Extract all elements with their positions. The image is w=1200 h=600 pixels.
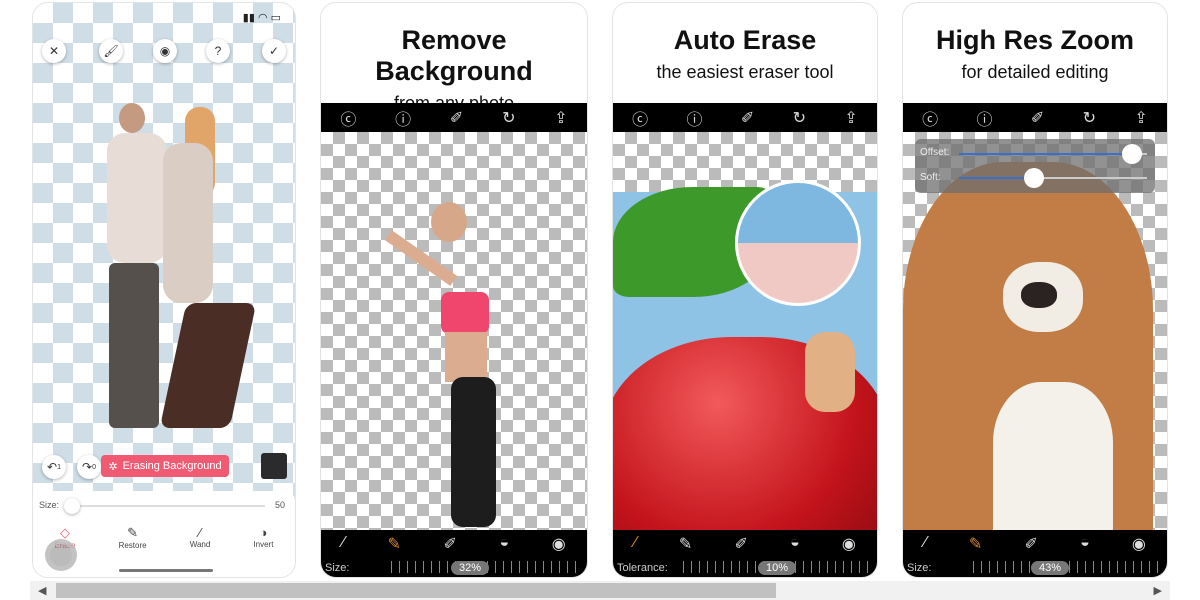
wand-icon[interactable]: ⁄ [924, 534, 927, 554]
check-icon[interactable]: ✓ [262, 39, 286, 63]
top-toolbar: ⓒ ⓘ ✐ ↻ ⇪ [321, 103, 587, 132]
eraser-icon[interactable]: ✐ [443, 534, 456, 554]
eraser-icon[interactable]: ✐ [735, 534, 748, 554]
help-icon[interactable]: ⓘ [687, 106, 703, 130]
couple-photo [103, 103, 257, 433]
jumping-girl-photo [381, 172, 531, 532]
top-toolbar: ⓒ ⓘ ✐ ↻ ⇪ [903, 103, 1167, 132]
pen-icon[interactable]: ✎ [969, 534, 982, 554]
undo-icon[interactable]: ↻ [502, 108, 515, 128]
title: Auto Erase [673, 25, 817, 55]
offset-label: Offset: [920, 147, 950, 158]
undo-icon[interactable]: ↻ [793, 108, 806, 128]
eraser-icon[interactable]: ✐ [1025, 534, 1038, 554]
subtitle: the easiest eraser tool [656, 62, 834, 82]
size-value: 32% [451, 561, 490, 575]
size-label: Size: [907, 562, 932, 574]
size-label: Size: [39, 500, 60, 510]
status-bar: ▮▮ ◠ ▭ [242, 12, 281, 24]
undo-icon[interactable]: ↻ [1083, 108, 1096, 128]
tool-invert[interactable]: ◑ Invert [253, 525, 273, 550]
soft-label: Soft: [920, 172, 941, 183]
invert-icon[interactable]: ◒ [1080, 534, 1090, 554]
erasing-background-button[interactable]: ✲ Erasing Background [101, 455, 229, 477]
back-icon[interactable]: ⓒ [340, 106, 356, 130]
bottom-toolbar: ⁄ ✎ ✐ ◒ ◉ Tolerance: 10% [613, 530, 877, 577]
sparkle-icon: ✲ [108, 460, 118, 473]
share-icon[interactable]: ⇪ [554, 108, 567, 128]
zoom-loupe [735, 180, 861, 306]
brush-icon[interactable]: ✐ [741, 108, 754, 128]
invert-icon[interactable]: ◒ [499, 534, 509, 554]
tolerance-value: 10% [758, 561, 797, 575]
screenshot-high-res-zoom: High Res Zoom for detailed editing ⓒ ⓘ ✐ ↻ ⇪ … [902, 2, 1168, 578]
slider-thumb[interactable] [64, 498, 80, 514]
tool-restore[interactable]: ✎ Restore [119, 525, 147, 550]
close-icon[interactable]: ✕ [42, 39, 66, 63]
invert-icon: ◑ [259, 525, 268, 540]
eye-icon[interactable]: ◉ [552, 534, 566, 554]
bottom-toolbar: ⁄ ✎ ✐ ◒ ◉ Size: 43% [903, 530, 1167, 577]
eye-icon[interactable]: ◉ [153, 39, 177, 63]
size-slider[interactable] [64, 498, 265, 514]
horizontal-scrollbar[interactable]: ◀ ▶ [30, 581, 1170, 600]
screenshot-auto-erase: Auto Erase the easiest eraser tool ⓒ ⓘ ✐ ↻ ⇪ … [612, 2, 878, 578]
scrollbar-thumb[interactable] [56, 583, 776, 598]
title: Remove Background [375, 25, 533, 86]
invert-icon[interactable]: ◒ [790, 534, 800, 554]
wand-icon: ⁄ [198, 525, 202, 540]
size-value: 43% [1031, 561, 1070, 575]
canvas[interactable] [321, 132, 587, 533]
title: High Res Zoom [935, 25, 1134, 55]
help-icon[interactable]: ? [206, 39, 230, 63]
eye-icon[interactable]: ◉ [842, 534, 856, 554]
top-toolbar: ⓒ ⓘ ✐ ↻ ⇪ [613, 103, 877, 132]
undo-button[interactable]: ↶ 1 [42, 455, 66, 479]
bottom-toolbar: ⁄ ✎ ✐ ◒ ◉ Size: 32% [321, 530, 587, 577]
pen-icon: ✎ [127, 525, 139, 540]
dog-chest [993, 382, 1113, 533]
tolerance-label: Tolerance: [617, 562, 668, 574]
assistive-touch-button[interactable] [45, 539, 77, 571]
eye-icon[interactable]: ◉ [1132, 534, 1146, 554]
wand-icon[interactable]: ⁄ [634, 534, 637, 554]
pen-icon[interactable]: ✎ [679, 534, 692, 554]
size-label: Size: [325, 562, 350, 574]
share-icon[interactable]: ⇪ [844, 108, 857, 128]
help-icon[interactable]: ⓘ [395, 106, 411, 130]
offset-slider[interactable] [959, 144, 1147, 164]
offset-thumb[interactable] [1121, 144, 1142, 164]
canvas[interactable]: Offset: Soft: [903, 132, 1167, 533]
soft-thumb[interactable] [1024, 168, 1045, 188]
scroll-left-icon[interactable]: ◀ [38, 584, 46, 597]
screenshot-erase-app: ▮▮ ◠ ▭ ✕ 🖌 ◉ ? ✓ ↶ 1 ↷ 0 ✲ Erasing Backgrou… [32, 2, 296, 578]
redo-button[interactable]: ↷ 0 [77, 455, 101, 479]
subtitle: for detailed editing [961, 62, 1109, 82]
soft-slider[interactable] [959, 168, 1147, 188]
brush-icon[interactable]: ✐ [450, 108, 463, 128]
hand-pointer-icon [805, 332, 855, 412]
back-icon[interactable]: ⓒ [632, 106, 648, 130]
size-value: 50 [274, 500, 285, 510]
bottom-sheet: Size: 50 ◇Erase ✎Restore ⁄Wand ◑Invert [33, 491, 295, 577]
slider-panel: Offset: Soft: [915, 139, 1155, 193]
brush-icon[interactable]: ✐ [1031, 108, 1044, 128]
tool-wand[interactable]: ⁄ Wand [190, 525, 211, 550]
back-icon[interactable]: ⓒ [922, 106, 938, 130]
canvas[interactable] [613, 132, 877, 557]
help-icon[interactable]: ⓘ [977, 106, 993, 130]
brush-icon[interactable]: 🖌 [99, 39, 123, 63]
scroll-right-icon[interactable]: ▶ [1154, 584, 1162, 597]
home-indicator [119, 569, 213, 572]
dog-nose [1021, 282, 1057, 308]
share-icon[interactable]: ⇪ [1134, 108, 1147, 128]
pen-icon[interactable]: ✎ [388, 534, 401, 554]
screenshot-remove-background: Remove Backgroundfrom any photo ⓒⓘ✐↻⇪ ⁄✎… [320, 2, 588, 578]
color-swatch[interactable] [261, 453, 287, 479]
wand-icon[interactable]: ⁄ [342, 534, 345, 554]
